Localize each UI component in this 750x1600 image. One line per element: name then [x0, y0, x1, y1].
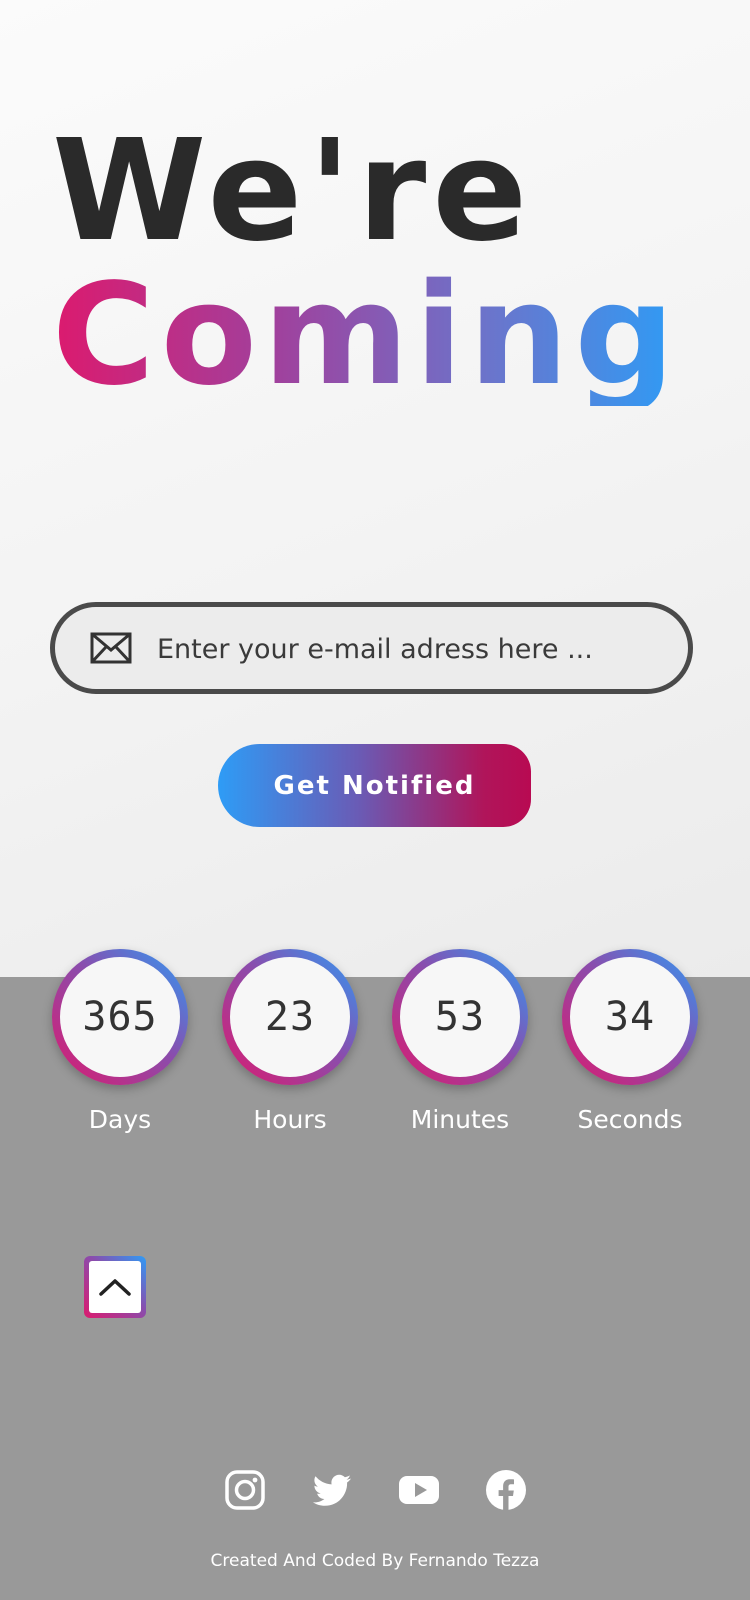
facebook-icon[interactable] — [485, 1469, 527, 1511]
headline-line-2: Coming — [52, 254, 681, 417]
youtube-icon[interactable] — [398, 1469, 440, 1511]
headline-line-1: We're — [52, 110, 534, 273]
email-field-container — [50, 602, 693, 694]
countdown-value: 23 — [230, 957, 350, 1077]
countdown-label: Seconds — [577, 1105, 683, 1134]
footer-credit: Created And Coded By Fernando Tezza — [210, 1551, 540, 1571]
countdown-seconds: 34 Seconds — [562, 949, 698, 1134]
countdown-value: 34 — [570, 957, 690, 1077]
countdown-label: Minutes — [410, 1105, 510, 1134]
countdown-hours: 23 Hours — [222, 949, 358, 1134]
chevron-up-icon — [99, 1279, 131, 1296]
email-input[interactable] — [155, 623, 659, 675]
countdown-days: 365 Days — [52, 949, 188, 1134]
countdown-label: Days — [88, 1105, 152, 1134]
countdown-minutes: 53 Minutes — [392, 949, 528, 1134]
twitter-icon[interactable] — [311, 1469, 353, 1511]
countdown-ring: 23 — [222, 949, 358, 1085]
countdown-value: 53 — [400, 957, 520, 1077]
countdown-ring: 34 — [562, 949, 698, 1085]
scroll-to-top-button[interactable] — [84, 1256, 146, 1318]
countdown-ring: 53 — [392, 949, 528, 1085]
instagram-icon[interactable] — [224, 1469, 266, 1511]
countdown-value: 365 — [60, 957, 180, 1077]
get-notified-button[interactable]: Get Notified — [218, 744, 531, 827]
envelope-icon — [90, 632, 132, 664]
countdown-label: Hours — [253, 1105, 327, 1134]
countdown-ring: 365 — [52, 949, 188, 1085]
